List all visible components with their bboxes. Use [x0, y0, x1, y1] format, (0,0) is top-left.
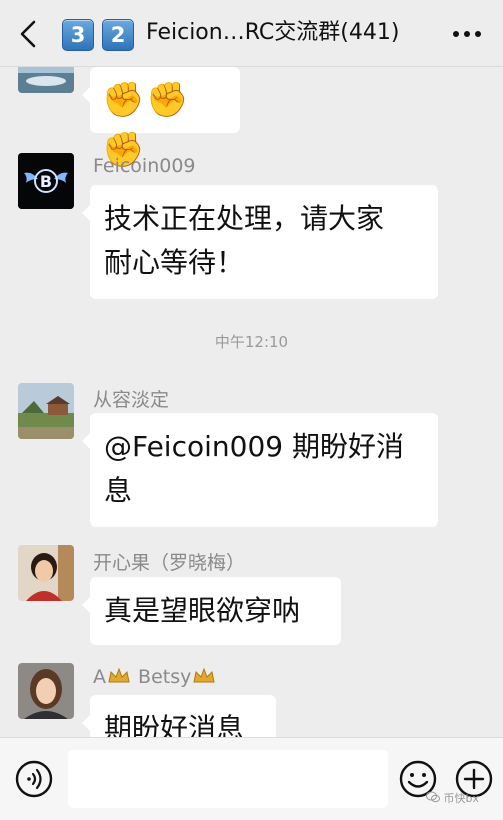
sender-avatar[interactable] [18, 383, 74, 439]
message-line: 耐心等待！ [104, 246, 245, 279]
back-arrow-icon[interactable] [14, 18, 44, 50]
woman-portrait-avatar-icon [18, 663, 74, 719]
crown-emoji-icon [193, 667, 215, 683]
watermark: 币快bx [426, 790, 479, 806]
sender-avatar[interactable]: B [18, 153, 74, 209]
timestamp: 中午12:10 [214, 333, 289, 351]
voice-input-icon[interactable] [14, 759, 54, 799]
svg-text:B: B [40, 172, 52, 191]
chat-header: 3 2 Feicion…RC交流群(441) [0, 0, 503, 67]
sender-avatar[interactable] [18, 545, 74, 601]
message-bubble[interactable]: 期盼好消息 [82, 695, 276, 737]
message-bubble[interactable]: ✊✊✊ [82, 67, 240, 170]
sender-name: A Betsy [93, 666, 217, 688]
input-bar [0, 737, 503, 820]
landscape-avatar-icon [18, 67, 74, 93]
message-line: @Feicoin009 期盼好消 [104, 430, 404, 463]
message-list: ✊✊✊ B Feicoin009 技术正在处理，请大家 耐心等待！ 中午12:1… [0, 67, 503, 737]
sender-name-main: Betsy [132, 666, 192, 688]
sender-avatar[interactable] [18, 67, 74, 93]
message-line: 技术正在处理，请大家 [104, 202, 385, 235]
unread-badge-3: 3 [62, 19, 94, 51]
watermark-text: 币快bx [443, 792, 480, 805]
sender-name: Feicoin009 [93, 155, 196, 177]
message-line: 息 [104, 474, 133, 507]
woman-portrait-avatar-icon [18, 545, 74, 601]
message-bubble[interactable]: 真是望眼欲穿呐 [82, 577, 341, 645]
sender-avatar[interactable] [18, 663, 74, 719]
sender-name: 从容淡定 [93, 389, 170, 411]
message-input[interactable] [68, 750, 388, 808]
sender-name-prefix: A [93, 666, 106, 688]
message-bubble[interactable]: 技术正在处理，请大家 耐心等待！ [82, 185, 438, 299]
wechat-logo-icon [426, 791, 440, 803]
more-options-icon[interactable] [448, 22, 486, 46]
sender-name: 开心果（罗晓梅） [93, 552, 246, 574]
chat-title: Feicion…RC交流群(441) [146, 20, 400, 45]
crown-emoji-icon [108, 667, 130, 683]
temple-landscape-avatar-icon [18, 383, 74, 439]
bitcoin-wings-logo-icon: B [18, 153, 74, 209]
unread-badge-2: 2 [102, 19, 134, 51]
message-bubble[interactable]: @Feicoin009 期盼好消 息 [82, 413, 438, 527]
